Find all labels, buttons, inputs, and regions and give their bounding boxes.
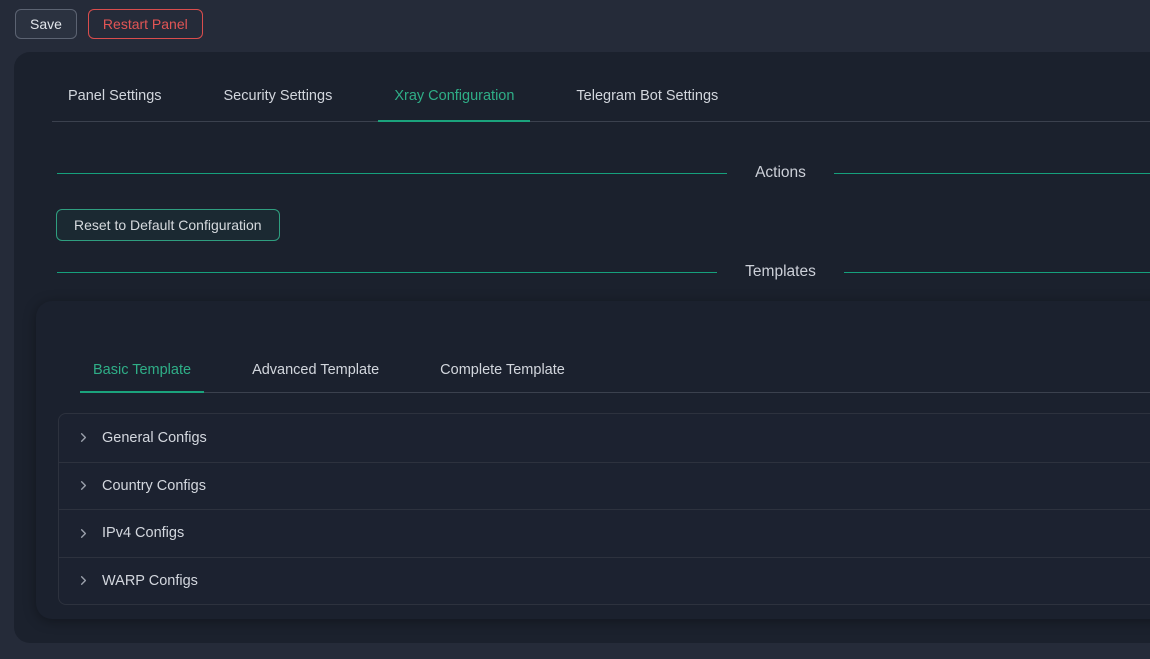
- template-tab-list: Basic Template Advanced Template Complet…: [80, 301, 1150, 393]
- tab-xray-configuration[interactable]: Xray Configuration: [378, 86, 530, 122]
- accordion-header-warp-configs[interactable]: WARP Configs: [59, 557, 1150, 605]
- divider-line-right: [844, 272, 1150, 273]
- tab-telegram-bot-settings[interactable]: Telegram Bot Settings: [560, 86, 734, 122]
- chevron-right-icon: [76, 526, 91, 541]
- accordion-label: General Configs: [102, 430, 207, 446]
- accordion-header-country-configs[interactable]: Country Configs: [59, 462, 1150, 510]
- chevron-right-icon: [76, 430, 91, 445]
- templates-card: Basic Template Advanced Template Complet…: [36, 301, 1150, 619]
- actions-section-divider: Actions: [57, 162, 1150, 184]
- tab-complete-template[interactable]: Complete Template: [427, 361, 578, 393]
- configs-accordion: General Configs Country Configs IPv4 Con…: [58, 413, 1150, 605]
- accordion-label: IPv4 Configs: [102, 525, 184, 541]
- divider-line-right: [834, 173, 1150, 174]
- settings-card: Panel Settings Security Settings Xray Co…: [14, 52, 1150, 643]
- divider-line-left: [57, 173, 727, 174]
- chevron-right-icon: [76, 573, 91, 588]
- templates-section-divider: Templates: [57, 261, 1150, 283]
- tab-basic-template[interactable]: Basic Template: [80, 361, 204, 393]
- top-toolbar: Save Restart Panel: [0, 0, 1150, 48]
- settings-tab-list: Panel Settings Security Settings Xray Co…: [52, 52, 1150, 122]
- save-button[interactable]: Save: [15, 9, 77, 39]
- actions-section-title: Actions: [755, 162, 806, 184]
- reset-to-default-configuration-button[interactable]: Reset to Default Configuration: [56, 209, 280, 241]
- accordion-label: WARP Configs: [102, 573, 198, 589]
- accordion-label: Country Configs: [102, 478, 206, 494]
- templates-section-title: Templates: [745, 261, 816, 283]
- accordion-header-ipv4-configs[interactable]: IPv4 Configs: [59, 509, 1150, 557]
- tab-panel-settings[interactable]: Panel Settings: [52, 86, 178, 122]
- divider-line-left: [57, 272, 717, 273]
- tab-security-settings[interactable]: Security Settings: [208, 86, 349, 122]
- accordion-header-general-configs[interactable]: General Configs: [59, 414, 1150, 462]
- restart-panel-button[interactable]: Restart Panel: [88, 9, 203, 39]
- tab-advanced-template[interactable]: Advanced Template: [239, 361, 392, 393]
- chevron-right-icon: [76, 478, 91, 493]
